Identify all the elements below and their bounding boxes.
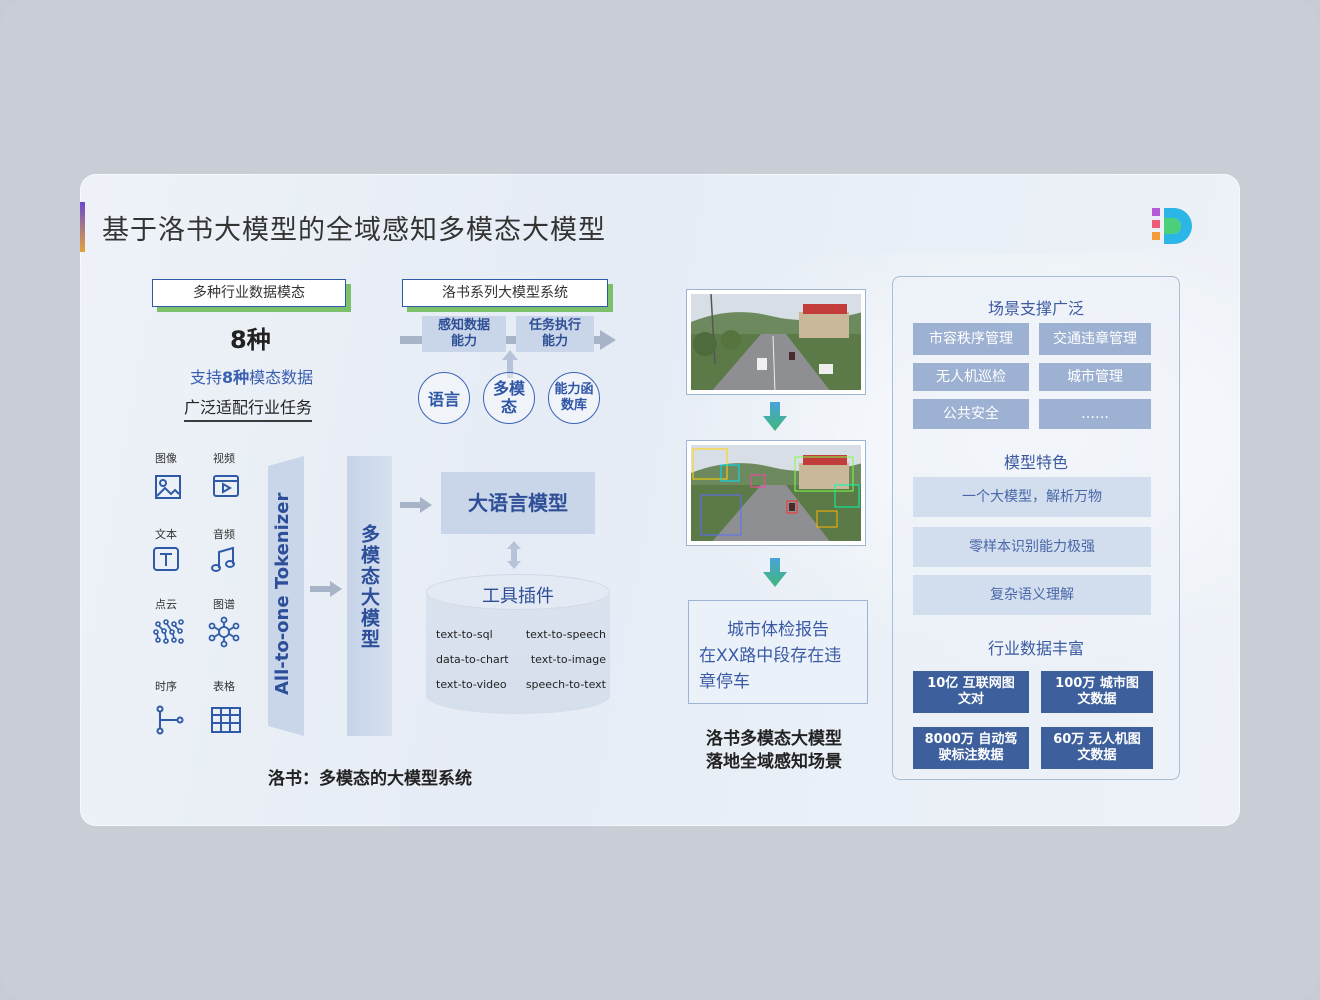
execute-capability: 任务执行 能力 <box>516 316 594 352</box>
timeseries-icon <box>156 705 184 735</box>
modality-grid: 图像 视频 文本 音频 点云 图谱 时序 表格 <box>146 450 256 740</box>
data-title: 行业数据丰富 <box>987 639 1084 658</box>
left-caption: 洛书：多模态的大模型系统 <box>268 769 472 789</box>
data-modal-header: 多种行业数据模态 <box>152 279 346 307</box>
support-prefix: 支持 <box>190 368 223 387</box>
image-icon <box>155 475 181 499</box>
data-line1: 8000万 自动驾 <box>924 732 1018 747</box>
arrow-right-icon <box>310 581 342 597</box>
arrow-right-icon <box>400 497 432 513</box>
data-stat-box: 100万 城市图 文数据 <box>1041 671 1153 713</box>
modality-label: 点云 <box>155 598 177 611</box>
street-photo-original <box>686 289 866 395</box>
capability-circle-function-lib: 能力函 数库 <box>548 372 600 424</box>
modal-count: 8种 <box>230 326 271 354</box>
page-title: 基于洛书大模型的全域感知多模态大模型 <box>102 215 606 246</box>
title-accent-bar <box>80 202 85 252</box>
tool-item: text-to-sql <box>436 628 493 641</box>
perceive-line2: 能力 <box>450 334 477 349</box>
data-line2: 文对 <box>957 692 984 707</box>
circle-line2: 数库 <box>560 398 587 413</box>
perceive-capability: 感知数据 能力 <box>422 316 506 352</box>
middle-caption-line1: 洛书多模态大模型 <box>706 729 842 749</box>
circle-line1: 多模 <box>492 379 525 398</box>
photo-image <box>691 294 861 390</box>
street-photo-detected <box>686 440 866 546</box>
capability-circle-language: 语言 <box>418 372 470 424</box>
scenes-title: 场景支撑广泛 <box>987 299 1084 318</box>
scene-tag: 无人机巡检 <box>913 363 1029 391</box>
graph-icon <box>208 616 240 648</box>
tools-list: text-to-sql text-to-speech data-to-chart… <box>436 628 606 703</box>
circle-line1: 能力函 <box>554 382 594 397</box>
photo-image <box>691 445 861 541</box>
feature-item: 复杂语义理解 <box>913 575 1151 615</box>
modality-label: 表格 <box>213 680 235 693</box>
tool-item: text-to-speech <box>525 628 606 641</box>
data-line2: 文数据 <box>1077 692 1117 707</box>
capability-circle-multimodal: 多模态 <box>483 372 535 424</box>
circle-line1: 语言 <box>427 390 460 409</box>
video-icon <box>213 475 239 497</box>
tool-item: data-to-chart <box>436 653 509 666</box>
data-line2: 文数据 <box>1077 748 1117 763</box>
middle-caption-line2: 落地全域感知场景 <box>706 752 842 772</box>
data-line2: 驶标注数据 <box>938 748 1004 763</box>
modality-label: 文本 <box>155 528 177 541</box>
arrow-down-icon <box>763 402 787 431</box>
text-icon <box>153 547 179 571</box>
data-stat-box: 60万 无人机图 文数据 <box>1041 727 1153 769</box>
perceive-line1: 感知数据 <box>437 318 490 333</box>
llm-box: 大语言模型 <box>441 472 595 534</box>
right-panel: 场景支撑广泛 市容秩序管理 交通违章管理 无人机巡检 城市管理 公共安全 …… … <box>892 276 1180 780</box>
tools-title: 工具插件 <box>482 586 554 607</box>
brand-logo-icon <box>1152 208 1192 244</box>
modality-label: 图谱 <box>213 598 235 611</box>
scene-tag: 交通违章管理 <box>1039 323 1151 355</box>
scene-tag: …… <box>1039 399 1151 429</box>
system-header: 洛书系列大模型系统 <box>402 279 608 307</box>
adapt-text: 广泛适配行业任务 <box>184 394 313 422</box>
modality-label: 时序 <box>155 680 177 693</box>
pointcloud-icon <box>153 619 184 644</box>
tokenizer-label: All-to-one Tokenizer <box>272 492 293 696</box>
middle-caption: 洛书多模态大模型 落地全域感知场景 <box>706 728 842 774</box>
features-title: 模型特色 <box>1003 453 1068 472</box>
execute-line2: 能力 <box>541 334 568 349</box>
modality-label: 音频 <box>213 528 235 541</box>
support-suffix: 模态数据 <box>249 368 314 387</box>
scene-tag: 市容秩序管理 <box>913 323 1029 355</box>
data-line1: 10亿 互联网图 <box>927 676 1015 691</box>
tool-item: text-to-image <box>530 653 606 666</box>
data-line1: 100万 城市图 <box>1055 676 1139 691</box>
table-icon <box>211 707 241 733</box>
scene-tag: 公共安全 <box>913 399 1029 429</box>
modality-label: 图像 <box>155 452 177 465</box>
scene-tag: 城市管理 <box>1039 363 1151 391</box>
tool-item: text-to-video <box>436 678 507 691</box>
report-body: 在XX路中段存在违章停车 <box>699 646 842 692</box>
data-line1: 60万 无人机图 <box>1053 732 1141 747</box>
data-stat-box: 10亿 互联网图 文对 <box>913 671 1029 713</box>
mm-model-label: 多模态大模型 <box>358 524 380 650</box>
circle-line2: 态 <box>500 397 517 416</box>
execute-line1: 任务执行 <box>528 318 581 333</box>
arrow-updown-icon <box>507 541 521 569</box>
feature-item: 一个大模型，解析万物 <box>913 477 1151 517</box>
tool-item: speech-to-text <box>525 678 606 691</box>
city-report-box: 城市体检报告 在XX路中段存在违章停车 <box>688 600 868 704</box>
support-bold: 8种 <box>222 368 250 387</box>
report-title: 城市体检报告 <box>727 620 829 640</box>
support-text: 支持8种模态数据 <box>190 364 313 388</box>
arrow-down-icon <box>763 558 787 587</box>
modality-label: 视频 <box>213 452 235 465</box>
feature-item: 零样本识别能力极强 <box>913 527 1151 567</box>
data-stat-box: 8000万 自动驾 驶标注数据 <box>913 727 1029 769</box>
slide: 基于洛书大模型的全域感知多模态大模型 多种行业数据模态 8种 支持8种模态数据 … <box>80 174 1240 826</box>
audio-icon <box>211 546 235 572</box>
